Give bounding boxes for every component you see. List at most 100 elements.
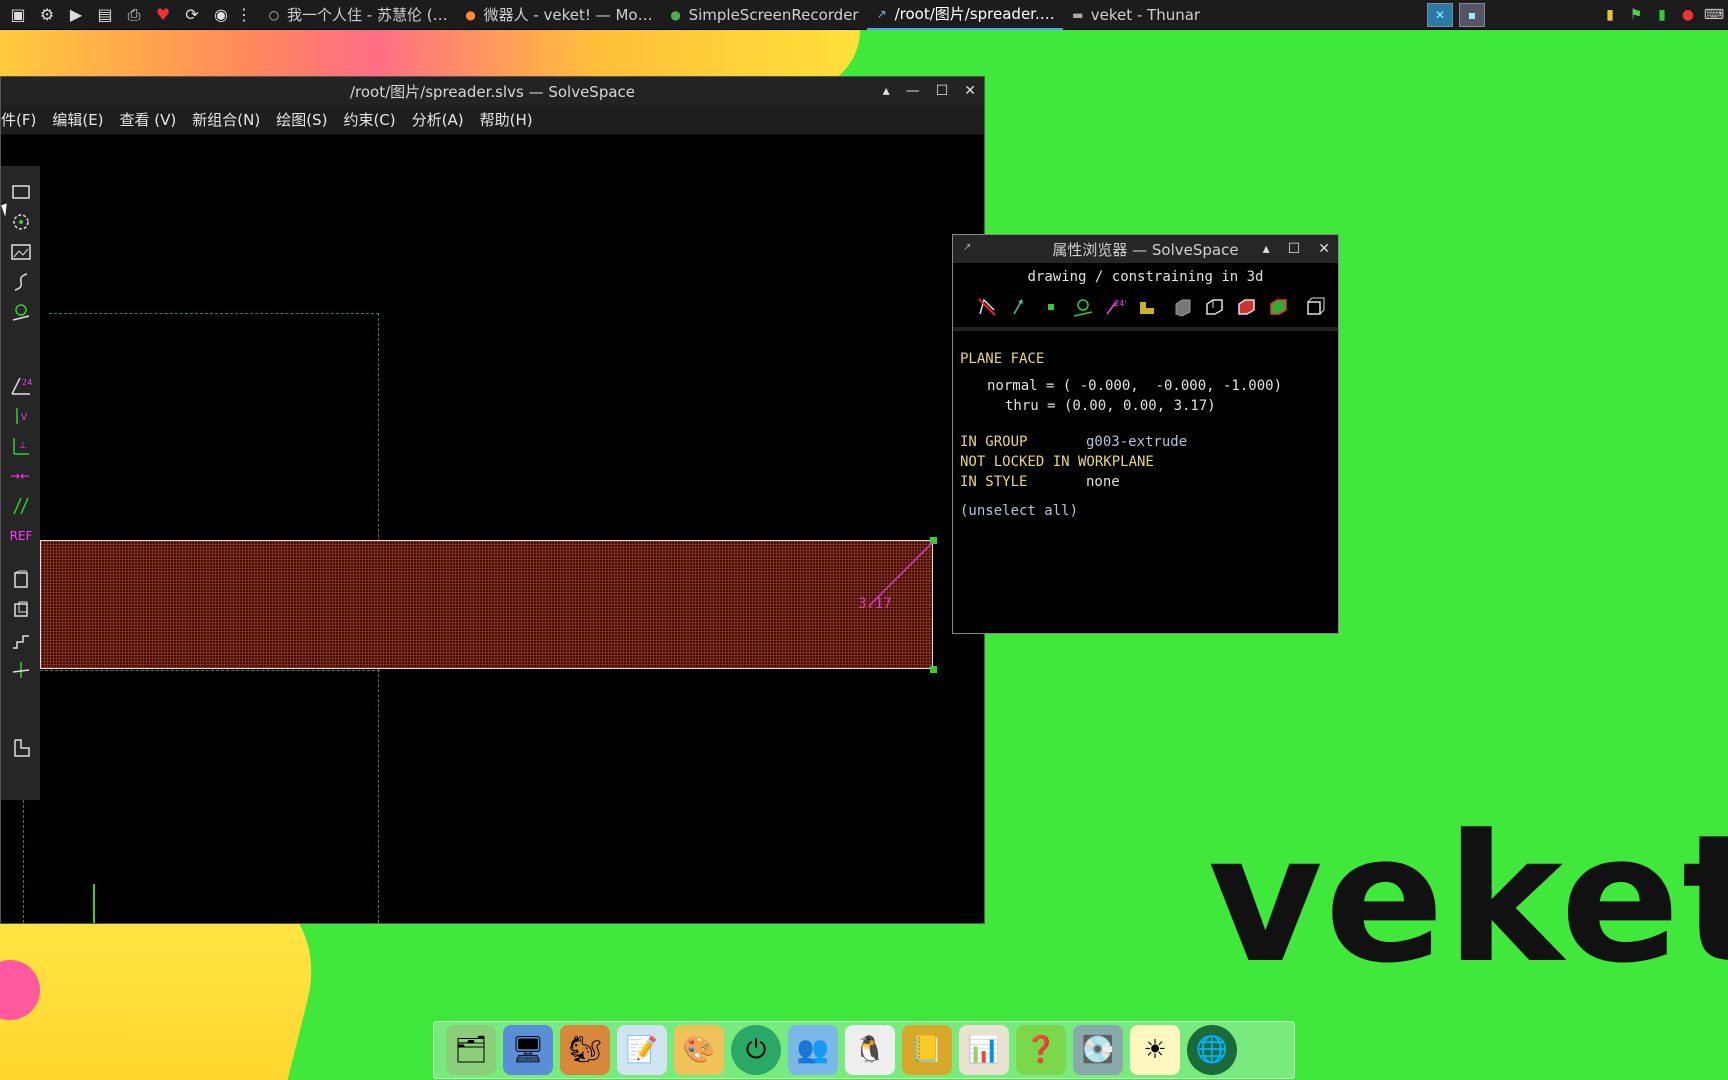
workspace-2-button[interactable]: ▪ xyxy=(1459,3,1485,27)
lock-status: NOT LOCKED IN WORKPLANE xyxy=(960,454,1154,470)
battery-icon[interactable]: ▮ xyxy=(1652,5,1672,25)
drive-icon[interactable]: 💽 xyxy=(1073,1025,1123,1075)
solvespace-icon: ↗ xyxy=(963,242,972,253)
show-points-icon[interactable] xyxy=(1035,293,1067,321)
show-construction-icon[interactable] xyxy=(1067,293,1099,321)
help-icon[interactable]: ❓ xyxy=(1016,1025,1066,1075)
tangent-arc-icon[interactable] xyxy=(9,300,33,324)
penguin-icon[interactable]: 🐧 xyxy=(845,1025,895,1075)
nearest-ortho-view-icon[interactable] xyxy=(9,598,33,622)
settings-icon[interactable]: ⚙ xyxy=(36,4,58,26)
normal-value: normal = ( -0.000, -0.000, -1.000) xyxy=(987,378,1283,394)
solvespace-main-window: /root/图片/spreader.slvs — SolveSpace ▴ — … xyxy=(0,76,985,924)
parallel-constraint-icon[interactable] xyxy=(9,494,33,518)
clipboard-icon[interactable]: ▮ xyxy=(1600,5,1620,25)
task-music[interactable]: ○ 我一个人住 - 苏慧伦 (… xyxy=(259,0,456,30)
file-manager-icon[interactable]: 🗂 xyxy=(446,1025,496,1075)
menu-file[interactable]: 件(F) xyxy=(1,109,44,130)
show-workplanes-icon[interactable] xyxy=(1131,293,1163,321)
menu-bar: 件(F) 编辑(E) 查看 (V) 新组合(N) 绘图(S) 约束(C) 分析(… xyxy=(1,105,984,135)
task-browser[interactable]: ● 微器人 - veket! — Mo… xyxy=(456,0,661,30)
network-users-icon[interactable]: 👥 xyxy=(788,1025,838,1075)
rectangle-tool-icon[interactable] xyxy=(9,180,33,204)
close-icon[interactable]: ✕ xyxy=(1318,241,1330,257)
menu-new-group[interactable]: 新组合(N) xyxy=(184,109,268,130)
angle-constraint-icon[interactable]: 24° xyxy=(9,374,33,398)
refresh-icon[interactable]: ⟳ xyxy=(181,4,203,26)
group-link[interactable]: g003-extrude xyxy=(1086,434,1187,450)
circle-tool-icon[interactable] xyxy=(9,210,33,234)
spline-tool-icon[interactable] xyxy=(9,270,33,294)
svg-text:⊥: ⊥ xyxy=(19,441,27,451)
wallpaper-text: veket xyxy=(1208,797,1728,1002)
style-link[interactable]: none xyxy=(1086,474,1120,490)
drawing-canvas[interactable]: 3.17 24° V xyxy=(1,136,984,923)
task-recorder[interactable]: ● SimpleScreenRecorder xyxy=(661,0,867,30)
menu-sketch[interactable]: 绘图(S) xyxy=(268,109,335,130)
book-icon[interactable]: 📒 xyxy=(902,1025,952,1075)
maximize-icon[interactable]: ☐ xyxy=(1288,241,1301,257)
task-solvespace[interactable]: ↗ /root/图片/spreader.… xyxy=(866,0,1063,30)
sheet-icon[interactable] xyxy=(9,736,33,760)
midpoint-constraint-icon[interactable]: →← xyxy=(9,464,33,488)
play-icon[interactable]: ▶ xyxy=(65,4,87,26)
brightness-icon[interactable]: ☀ xyxy=(1130,1025,1180,1075)
image-tool-icon[interactable] xyxy=(9,240,33,264)
reference-toggle[interactable]: REF xyxy=(9,524,33,548)
terminal-icon[interactable]: ▤ xyxy=(94,4,116,26)
menu-help[interactable]: 帮助(H) xyxy=(472,109,541,130)
show-normals-icon[interactable] xyxy=(1003,293,1035,321)
record-icon[interactable]: ● xyxy=(1678,5,1698,25)
task-thunar[interactable]: ▬ veket - Thunar xyxy=(1063,0,1208,30)
show-outlines-icon[interactable] xyxy=(1263,293,1295,321)
globe-icon[interactable]: 🌐 xyxy=(1187,1025,1237,1075)
show-faces-icon[interactable] xyxy=(1167,293,1199,321)
nearest-iso-view-icon[interactable] xyxy=(9,568,33,592)
workspace-1-button[interactable]: ✕ xyxy=(1427,3,1453,27)
network-icon[interactable]: ⚑ xyxy=(1626,5,1646,25)
dimension-label[interactable]: 3.17 xyxy=(858,596,892,612)
notepad-icon[interactable]: 📝 xyxy=(617,1025,667,1075)
vertical-constraint-icon[interactable]: V xyxy=(9,404,33,428)
main-title-bar[interactable]: /root/图片/spreader.slvs — SolveSpace ▴ — … xyxy=(1,77,984,105)
chart-icon[interactable]: 📊 xyxy=(959,1025,1009,1075)
maximize-icon[interactable]: ☐ xyxy=(936,83,949,99)
power-icon[interactable]: ⏻ xyxy=(731,1025,781,1075)
close-icon[interactable]: ✕ xyxy=(964,83,976,99)
menu-analyze[interactable]: 分析(A) xyxy=(404,109,472,130)
squirrel-icon[interactable]: 🐿 xyxy=(560,1025,610,1075)
keyboard-icon[interactable]: ⌨ xyxy=(1704,5,1724,25)
show-constraints-icon[interactable]: 24° xyxy=(1099,293,1131,321)
in-group-label: IN GROUP xyxy=(960,434,1028,450)
shield-icon[interactable]: ♥ xyxy=(152,4,174,26)
svg-text:24°: 24° xyxy=(1114,299,1126,308)
property-title-bar[interactable]: ↗ 属性浏览器 — SolveSpace ▴ ☐ ✕ xyxy=(953,235,1338,263)
monitor-icon[interactable]: 🖥 xyxy=(503,1025,553,1075)
show-hidden-lines-icon[interactable] xyxy=(1299,293,1331,321)
menu-view[interactable]: 查看 (V) xyxy=(112,109,185,130)
show-edges-icon[interactable] xyxy=(1199,293,1231,321)
menu-edit[interactable]: 编辑(E) xyxy=(44,109,111,130)
workplane-icon[interactable] xyxy=(9,658,33,682)
axis-y-icon xyxy=(93,884,95,923)
perpendicular-constraint-icon[interactable]: ⊥ xyxy=(9,434,33,458)
hide-constraints-icon[interactable] xyxy=(971,293,1003,321)
task-label: /root/图片/spreader.… xyxy=(894,5,1055,23)
more-icon[interactable]: ⋮ xyxy=(236,4,252,26)
show-mesh-icon[interactable] xyxy=(1231,293,1263,321)
system-monitor-icon[interactable]: ▣ xyxy=(7,4,29,26)
menu-constrain[interactable]: 约束(C) xyxy=(335,109,403,130)
minimize-icon[interactable]: — xyxy=(906,83,920,99)
point-handle[interactable] xyxy=(930,666,937,673)
globe-icon[interactable]: ◉ xyxy=(210,4,232,26)
printer-icon[interactable]: ⎙ xyxy=(123,4,145,26)
shade-icon[interactable]: ▴ xyxy=(1263,241,1270,257)
system-tray: ▮ ⚑ ▮ ● ⌨ xyxy=(1600,0,1728,30)
shade-icon[interactable]: ▴ xyxy=(883,83,890,99)
paint-icon[interactable]: 🎨 xyxy=(674,1025,724,1075)
unselect-all-link[interactable]: (unselect all) xyxy=(960,503,1078,519)
step-translate-icon[interactable] xyxy=(9,628,33,652)
svg-text:24°: 24° xyxy=(22,378,32,387)
entity-heading: PLANE FACE xyxy=(960,351,1045,367)
selected-plane-face[interactable] xyxy=(40,540,933,669)
